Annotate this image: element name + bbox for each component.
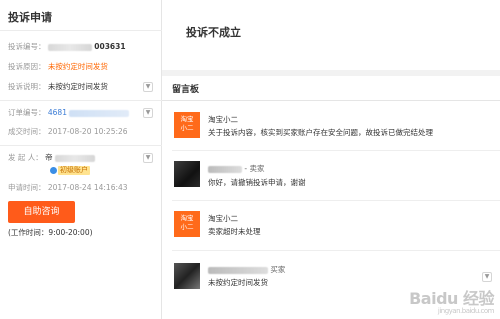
message-role: 买家 [270, 265, 286, 274]
initiator-badge-label: 初级账户 [58, 166, 90, 175]
desc-value: 未按约定时间发货 [47, 82, 108, 91]
chevron-down-icon: ▼ [484, 273, 490, 280]
status-panel: 投诉不成立 [162, 0, 500, 70]
message-author: - 卖家 [208, 163, 264, 174]
apply-time-row: 申请时间： 2017-08-24 14:16:43 [8, 183, 128, 193]
level-icon [50, 167, 57, 174]
deal-time-value: 2017-08-20 10:25:26 [47, 127, 128, 136]
message-role: - 卖家 [244, 164, 265, 173]
message-author: 淘宝小二 [208, 214, 238, 223]
message-board-title: 留言板 [172, 85, 200, 95]
initiator-value: 帝 [45, 153, 53, 162]
divider [172, 200, 500, 201]
reason-label: 投诉原因： [8, 62, 46, 71]
deal-time-label: 成交时间： [8, 127, 46, 136]
desc-label: 投诉说明： [8, 82, 46, 91]
reason-row: 投诉原因： 未按约定时间发货 [8, 62, 108, 72]
complaint-panel-title: 投诉申请 [8, 11, 52, 24]
desc-expand-button[interactable]: ▼ [143, 82, 153, 92]
redacted-text [69, 109, 130, 117]
reason-value: 未按约定时间发货 [47, 62, 108, 71]
work-time-note: (工作时间：9:00-20:00) [8, 228, 93, 237]
divider [0, 145, 162, 146]
redacted-text [208, 165, 242, 173]
message-board: 留言板 淘宝 小二 淘宝小二 关于投诉内容，核实到买家账户存在安全问题，故投诉已… [162, 76, 500, 319]
chevron-down-icon: ▼ [145, 154, 151, 161]
deal-time-row: 成交时间： 2017-08-20 10:25:26 [8, 127, 128, 137]
avatar: 淘宝 小二 [174, 211, 200, 237]
watermark-main: Baidu 经验 [409, 289, 494, 308]
initiator-label: 发 起 人： [8, 153, 43, 162]
complaint-no-value: 003631 [94, 42, 126, 51]
avatar-label: 小二 [180, 124, 194, 132]
order-link[interactable]: 4681 [48, 108, 67, 117]
avatar-label: 淘宝 [180, 214, 194, 222]
message-expand-button[interactable]: ▼ [482, 272, 492, 282]
divider [0, 100, 162, 101]
chevron-down-icon: ▼ [145, 83, 151, 90]
message-text: 未按约定时间发货 [208, 278, 268, 287]
order-row: 订单编号： 4681 [8, 108, 130, 118]
complaint-panel: 投诉申请 投诉编号： 003631 投诉原因： 未按约定时间发货 投诉说明： 未… [0, 0, 162, 319]
complaint-no-label: 投诉编号： [8, 42, 46, 51]
divider [0, 30, 162, 31]
avatar [174, 263, 200, 289]
order-label: 订单编号： [8, 108, 46, 117]
divider [162, 100, 500, 101]
initiator-row: 发 起 人： 帝 [8, 153, 96, 163]
self-service-consult-button[interactable]: 自助咨询 [8, 201, 75, 223]
message-author: 买家 [208, 264, 285, 275]
redacted-text [47, 43, 92, 51]
order-expand-button[interactable]: ▼ [143, 108, 153, 118]
avatar: 淘宝 小二 [174, 112, 200, 138]
divider [172, 250, 500, 251]
avatar-label: 淘宝 [180, 115, 194, 123]
message-text: 关于投诉内容，核实到买家账户存在安全问题，故投诉已做完结处理 [208, 128, 433, 137]
desc-row: 投诉说明： 未按约定时间发货 [8, 82, 108, 92]
avatar-label: 小二 [180, 223, 194, 231]
apply-time-label: 申请时间： [8, 183, 46, 192]
watermark-sub: jingyan.baidu.com [437, 307, 495, 315]
complaint-no-row: 投诉编号： 003631 [8, 42, 126, 52]
initiator-expand-button[interactable]: ▼ [143, 153, 153, 163]
initiator-badge: 初级账户 [50, 166, 90, 175]
message-text: 卖家超时未处理 [208, 227, 261, 236]
redacted-text [55, 154, 96, 162]
redacted-text [208, 266, 268, 274]
divider [172, 150, 500, 151]
apply-time-value: 2017-08-24 14:16:43 [47, 183, 128, 192]
status-title: 投诉不成立 [186, 26, 241, 39]
message-author: 淘宝小二 [208, 115, 238, 124]
chevron-down-icon: ▼ [145, 109, 151, 116]
baidu-watermark: Baidu 经验 jingyan.baidu.com [409, 285, 494, 315]
message-text: 你好，请撤销投诉申请，谢谢 [208, 178, 306, 187]
avatar [174, 161, 200, 187]
